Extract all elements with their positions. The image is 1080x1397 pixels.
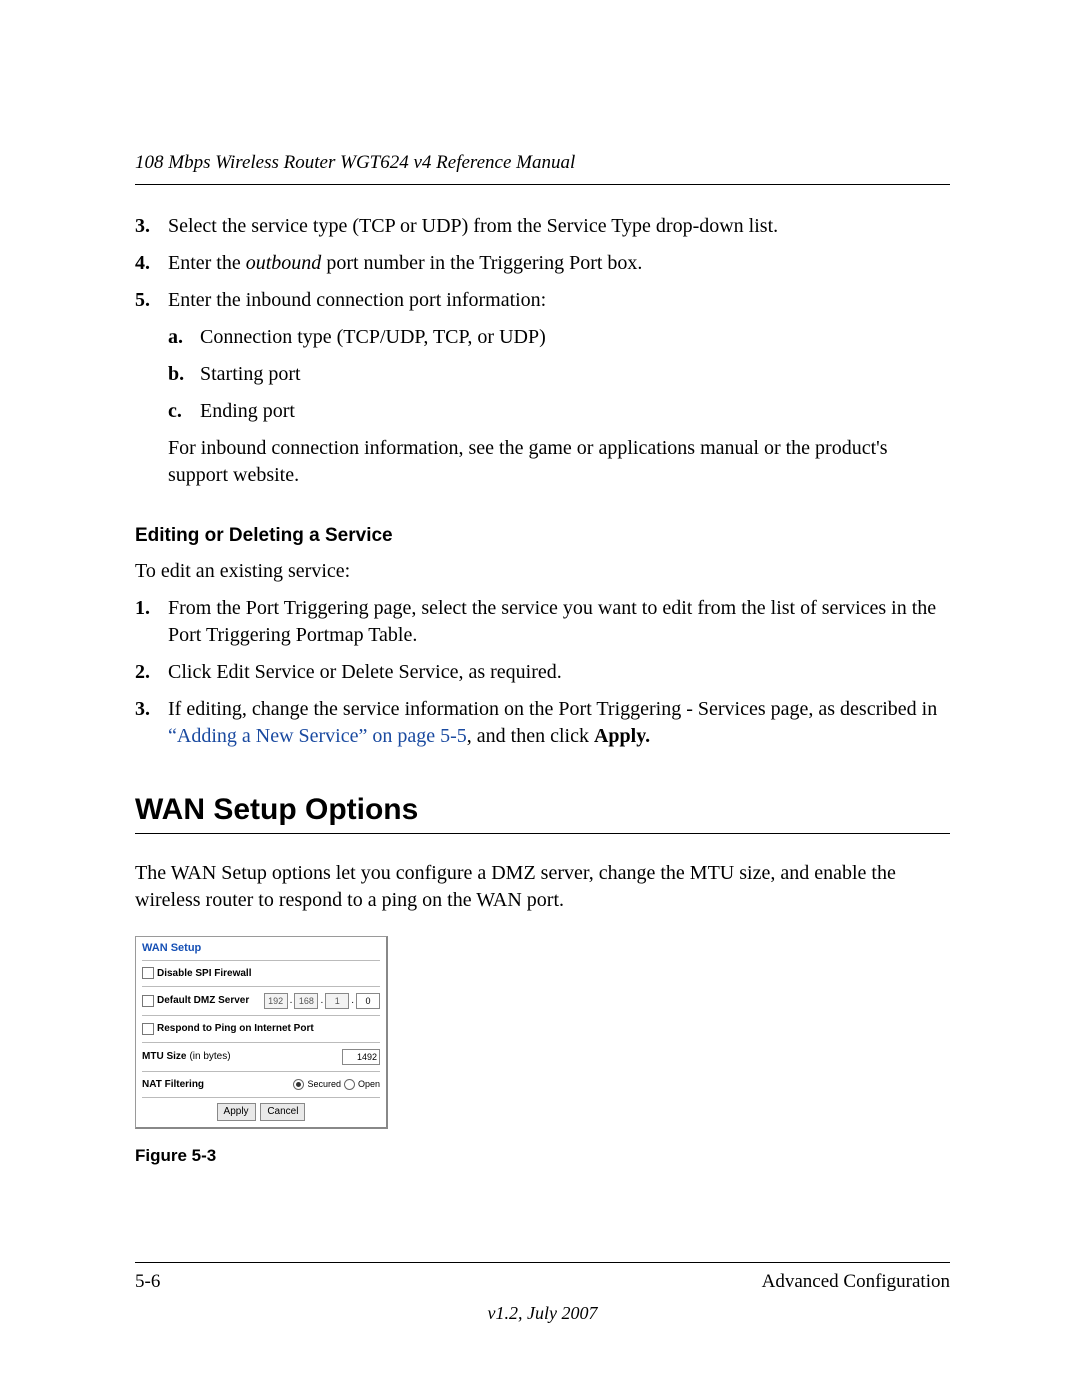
step-text-post: port number in the Triggering Port box. xyxy=(321,252,642,274)
figure-caption: Figure 5-3 xyxy=(135,1145,950,1168)
divider xyxy=(142,960,380,961)
label-nat: NAT Filtering xyxy=(142,1078,204,1092)
row-disable-spi: Disable SPI Firewall xyxy=(142,964,380,984)
heading-wan-setup: WAN Setup Options xyxy=(135,790,950,831)
divider xyxy=(142,1015,380,1016)
label-disable-spi: Disable SPI Firewall xyxy=(157,967,251,981)
numbered-steps-continued: 3. Select the service type (TCP or UDP) … xyxy=(135,213,950,489)
step-text-mid: , and then click xyxy=(467,725,594,747)
step-text-pre: If editing, change the service informati… xyxy=(168,698,937,720)
row-nat: NAT Filtering Secured Open xyxy=(142,1075,380,1095)
edit-step-3: 3. If editing, change the service inform… xyxy=(135,696,950,750)
editing-steps: 1. From the Port Triggering page, select… xyxy=(135,595,950,750)
page: 108 Mbps Wireless Router WGT624 v4 Refer… xyxy=(0,0,1080,1397)
editing-lead: To edit an existing service: xyxy=(135,558,950,585)
substep-c: c. Ending port xyxy=(168,398,950,425)
label-open: Open xyxy=(358,1078,380,1090)
radio-secured[interactable] xyxy=(293,1079,304,1090)
ip-octet-1[interactable]: 192 xyxy=(264,993,288,1009)
dmz-ip-group: 192. 168. 1. 0 xyxy=(264,993,380,1009)
ip-octet-4[interactable]: 0 xyxy=(356,993,380,1009)
edit-step-1: 1. From the Port Triggering page, select… xyxy=(135,595,950,649)
cross-ref-link[interactable]: “Adding a New Service” on page 5-5 xyxy=(168,725,467,747)
substep-letter: a. xyxy=(168,324,183,351)
shot-title: WAN Setup xyxy=(142,941,380,956)
page-footer: 5-6 Advanced Configuration v1.2, July 20… xyxy=(135,1262,950,1325)
substep-letter: b. xyxy=(168,361,184,388)
row-mtu: MTU Size (in bytes) 1492 xyxy=(142,1046,380,1068)
step-text: Select the service type (TCP or UDP) fro… xyxy=(168,215,778,237)
label-mtu: MTU Size xyxy=(142,1050,186,1064)
divider xyxy=(142,986,380,987)
radio-open[interactable] xyxy=(344,1079,355,1090)
step-text: From the Port Triggering page, select th… xyxy=(168,597,936,646)
step-number: 3. xyxy=(135,213,150,240)
label-mtu-unit: (in bytes) xyxy=(189,1050,230,1064)
substep-a: a. Connection type (TCP/UDP, TCP, or UDP… xyxy=(168,324,950,351)
step-number: 2. xyxy=(135,659,150,686)
label-respond-ping: Respond to Ping on Internet Port xyxy=(157,1022,314,1036)
step-number: 1. xyxy=(135,595,150,622)
substep-text: Starting port xyxy=(200,363,301,385)
step-text: Enter the inbound connection port inform… xyxy=(168,289,546,311)
step-text-em: outbound xyxy=(246,252,322,274)
step-text-bold: Apply. xyxy=(594,725,650,747)
divider xyxy=(142,1071,380,1072)
cancel-button[interactable]: Cancel xyxy=(260,1103,305,1121)
step-5-trailing-text: For inbound connection information, see … xyxy=(168,435,950,489)
wan-setup-screenshot: WAN Setup Disable SPI Firewall Default D… xyxy=(135,936,388,1129)
step-number: 3. xyxy=(135,696,150,723)
section-name: Advanced Configuration xyxy=(762,1269,950,1295)
step-3: 3. Select the service type (TCP or UDP) … xyxy=(135,213,950,240)
version-line: v1.2, July 2007 xyxy=(135,1301,950,1325)
heading-rule xyxy=(135,833,950,834)
checkbox-icon[interactable] xyxy=(142,995,154,1007)
checkbox-icon[interactable] xyxy=(142,1023,154,1035)
nat-radio-group: Secured Open xyxy=(293,1078,380,1090)
substep-b: b. Starting port xyxy=(168,361,950,388)
divider xyxy=(142,1042,380,1043)
step-text: Click Edit Service or Delete Service, as… xyxy=(168,661,562,683)
heading-editing-deleting: Editing or Deleting a Service xyxy=(135,523,950,549)
edit-step-2: 2. Click Edit Service or Delete Service,… xyxy=(135,659,950,686)
row-respond-ping: Respond to Ping on Internet Port xyxy=(142,1019,380,1039)
mtu-input[interactable]: 1492 xyxy=(342,1049,380,1065)
wan-intro: The WAN Setup options let you configure … xyxy=(135,860,950,914)
ip-octet-3[interactable]: 1 xyxy=(325,993,349,1009)
apply-button[interactable]: Apply xyxy=(217,1103,256,1121)
button-row: Apply Cancel xyxy=(142,1097,380,1121)
running-header: 108 Mbps Wireless Router WGT624 v4 Refer… xyxy=(135,150,950,185)
label-secured: Secured xyxy=(307,1078,341,1090)
substep-letter: c. xyxy=(168,398,182,425)
step-5: 5. Enter the inbound connection port inf… xyxy=(135,287,950,489)
substep-text: Connection type (TCP/UDP, TCP, or UDP) xyxy=(200,326,546,348)
step-text-pre: Enter the xyxy=(168,252,246,274)
checkbox-icon[interactable] xyxy=(142,967,154,979)
step-number: 4. xyxy=(135,250,150,277)
step-number: 5. xyxy=(135,287,150,314)
step-4: 4. Enter the outbound port number in the… xyxy=(135,250,950,277)
substeps: a. Connection type (TCP/UDP, TCP, or UDP… xyxy=(168,324,950,425)
label-default-dmz: Default DMZ Server xyxy=(157,994,249,1008)
ip-octet-2[interactable]: 168 xyxy=(294,993,318,1009)
page-number: 5-6 xyxy=(135,1269,160,1295)
row-default-dmz: Default DMZ Server 192. 168. 1. 0 xyxy=(142,990,380,1012)
substep-text: Ending port xyxy=(200,400,295,422)
